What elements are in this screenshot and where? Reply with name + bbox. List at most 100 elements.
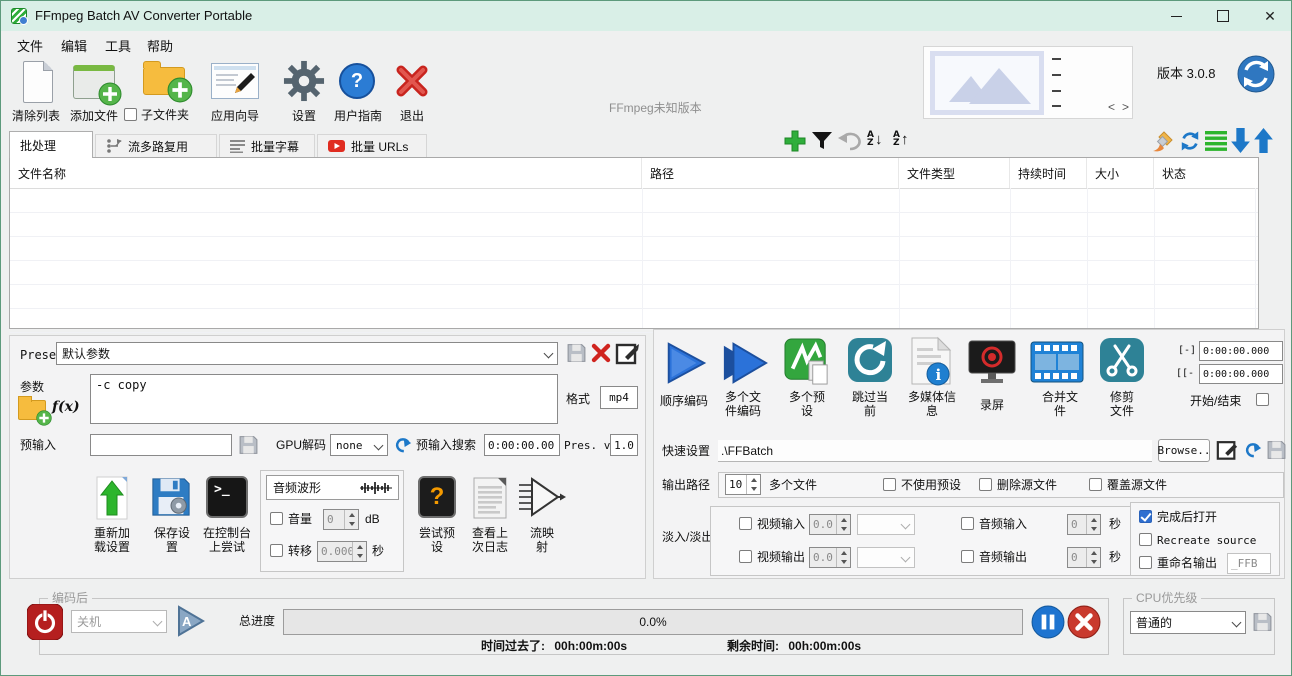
rename-output-checkbox[interactable] <box>1139 556 1152 569</box>
recreate-source-checkbox[interactable] <box>1139 533 1152 546</box>
join-files-icon[interactable] <box>1030 340 1084 384</box>
pause-button[interactable] <box>1031 605 1065 639</box>
presets-combo[interactable]: 默认参数 <box>56 342 558 365</box>
app-wizard-button[interactable]: 应用向导 <box>205 107 265 124</box>
save-preset-icon[interactable] <box>566 342 587 364</box>
audio-fadein-spinner[interactable]: 0 <box>1067 514 1101 535</box>
view-log-icon[interactable] <box>472 476 508 520</box>
preinput-refresh-icon[interactable] <box>394 436 412 454</box>
save-settings-icon[interactable] <box>150 476 192 518</box>
audio-fadeout-checkbox[interactable] <box>961 550 974 563</box>
minimize-button[interactable] <box>1153 1 1199 31</box>
edit-preset-icon[interactable] <box>615 341 639 365</box>
video-fadeout-checkbox[interactable] <box>739 550 752 563</box>
column-header-status[interactable]: 状态 <box>1154 158 1258 188</box>
spinner-arrows[interactable] <box>1086 548 1100 567</box>
audio-fadeout-spinner[interactable]: 0 <box>1067 547 1101 568</box>
try-console-button[interactable]: 在控制台 上尝试 <box>194 526 260 554</box>
maximize-button[interactable] <box>1200 1 1246 31</box>
reset-path-icon[interactable] <box>1244 441 1262 459</box>
trim-icon[interactable] <box>1100 338 1144 382</box>
volume-checkbox[interactable] <box>270 512 283 525</box>
menu-help[interactable]: 帮助 <box>142 35 178 55</box>
spinner-arrows[interactable] <box>836 515 850 534</box>
video-fadein-checkbox[interactable] <box>739 517 752 530</box>
overwrite-source-checkbox[interactable] <box>1089 478 1102 491</box>
tab-urls[interactable]: 批量 URLs <box>317 134 427 157</box>
video-fadein-combo[interactable] <box>857 514 915 535</box>
reload-settings-button[interactable]: 重新加 载设置 <box>72 526 152 554</box>
reload-settings-icon[interactable] <box>96 476 128 520</box>
trim-button[interactable]: 修剪 文件 <box>1100 390 1144 418</box>
clear-list-button[interactable]: 清除列表 <box>5 107 67 124</box>
volume-spinner[interactable]: 0 <box>323 509 359 530</box>
sort-az-desc-icon[interactable]: AZ↑ <box>893 131 908 147</box>
skip-current-icon[interactable] <box>848 338 892 382</box>
try-preset-icon[interactable]: ? <box>418 476 456 518</box>
app-wizard-icon[interactable] <box>211 63 259 99</box>
view-log-button[interactable]: 查看上 次日志 <box>462 526 518 554</box>
tab-mux[interactable]: 流多路复用 <box>95 134 217 157</box>
stream-map-button[interactable]: 流映 射 <box>520 526 564 554</box>
clear-list-icon[interactable] <box>23 61 53 103</box>
filter-icon[interactable] <box>811 131 833 151</box>
gpu-decode-combo[interactable]: none <box>330 434 388 456</box>
add-row-icon[interactable] <box>784 130 806 152</box>
cpu-priority-combo[interactable]: 普通的 <box>1130 611 1246 634</box>
multi-preset-button[interactable]: 多个预 设 <box>780 390 834 418</box>
open-when-done-checkbox[interactable] <box>1139 510 1152 523</box>
waveform-button[interactable]: 音频波形 <box>266 475 399 500</box>
sort-az-asc-icon[interactable]: AZ↓ <box>867 131 882 147</box>
sequential-encode-icon[interactable] <box>662 340 708 386</box>
menu-tools[interactable]: 工具 <box>100 35 136 55</box>
close-button[interactable]: ✕ <box>1247 1 1292 31</box>
exit-button[interactable]: 退出 <box>395 107 429 124</box>
file-count-spinner[interactable]: 10 <box>725 474 761 495</box>
add-param-folder-icon[interactable] <box>18 400 46 420</box>
column-header-duration[interactable]: 持续时间 <box>1010 158 1087 188</box>
menu-file[interactable]: 文件 <box>12 35 48 55</box>
start-end-checkbox[interactable] <box>1256 393 1269 406</box>
shutdown-icon[interactable] <box>27 604 63 640</box>
screen-record-button[interactable]: 录屏 <box>970 398 1014 412</box>
refresh-list-icon[interactable] <box>1178 129 1202 153</box>
spinner-arrows[interactable] <box>836 548 850 567</box>
video-fadeout-spinner[interactable]: 0.0 <box>809 547 851 568</box>
trim-start-field[interactable]: 0:00:00.000 <box>1199 341 1283 361</box>
preinput-search-time-field[interactable]: 0:00:00.00 <box>484 434 560 456</box>
menu-edit[interactable]: 编辑 <box>56 35 92 55</box>
multi-preset-icon[interactable] <box>784 338 830 386</box>
format-field[interactable]: mp4 <box>600 386 638 409</box>
after-encode-combo[interactable]: 关机 <box>71 610 167 633</box>
video-fadeout-combo[interactable] <box>857 547 915 568</box>
shift-spinner[interactable]: 0.000 <box>317 541 367 562</box>
tab-batch[interactable]: 批处理 <box>9 131 93 158</box>
stop-button[interactable] <box>1067 605 1101 639</box>
auto-shutdown-icon[interactable]: A <box>175 605 205 637</box>
screen-record-icon[interactable] <box>968 340 1016 386</box>
add-files-icon[interactable] <box>73 65 115 99</box>
file-table[interactable]: 文件名称 路径 文件类型 持续时间 大小 状态 <box>9 157 1259 329</box>
gear-icon[interactable] <box>283 60 325 102</box>
settings-button[interactable]: 设置 <box>283 107 325 124</box>
clean-brush-icon[interactable] <box>1151 129 1175 153</box>
spinner-arrows[interactable] <box>344 510 358 529</box>
move-up-icon[interactable] <box>1254 128 1273 153</box>
media-info-icon[interactable]: i <box>910 336 952 386</box>
rename-suffix-field[interactable]: _FFB <box>1227 553 1271 574</box>
column-header-size[interactable]: 大小 <box>1087 158 1154 188</box>
add-files-button[interactable]: 添加文件 <box>63 107 125 124</box>
preview-next-button[interactable]: > <box>1122 100 1129 114</box>
column-header-filename[interactable]: 文件名称 <box>10 158 642 188</box>
help-icon[interactable]: ? <box>339 63 375 99</box>
stream-map-icon[interactable] <box>518 476 566 518</box>
delete-source-checkbox[interactable] <box>979 478 992 491</box>
video-fadein-spinner[interactable]: 0.0 <box>809 514 851 535</box>
save-priority-icon[interactable] <box>1252 611 1273 633</box>
preset-version-field[interactable]: 1.0 <box>610 434 638 456</box>
console-icon[interactable]: >_ <box>206 476 248 518</box>
update-refresh-icon[interactable] <box>1237 55 1275 93</box>
edit-path-icon[interactable] <box>1216 438 1238 461</box>
multi-file-encode-icon[interactable] <box>720 340 768 386</box>
spinner-arrows[interactable] <box>352 542 366 561</box>
